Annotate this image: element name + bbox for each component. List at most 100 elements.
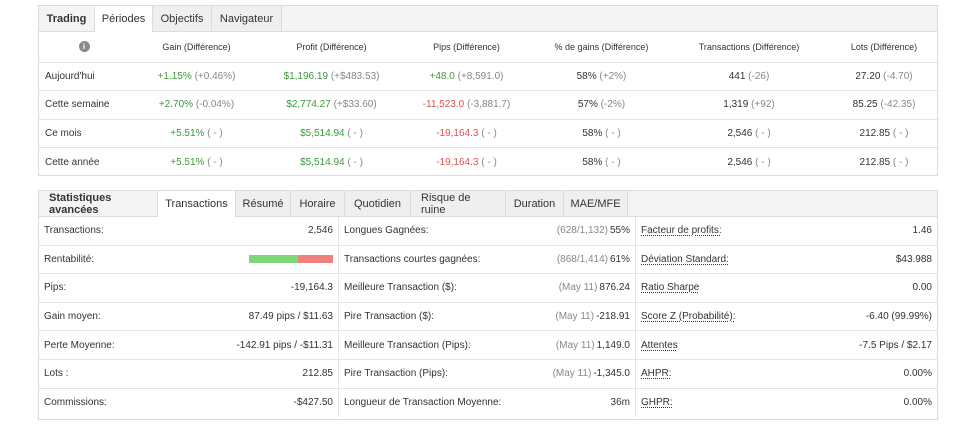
stat-value: -19,164.3 — [290, 282, 333, 294]
cell-win-pct: 58% (+2%) — [534, 62, 669, 91]
tab-mae-mfe[interactable]: MAE/MFE — [564, 191, 628, 216]
stat-row: Pire Transaction ($): (May 11) -218.91 — [339, 303, 635, 332]
stats-panel: Statistiques avancées Transactions Résum… — [38, 190, 938, 420]
tab-resume[interactable]: Résumé — [236, 191, 291, 216]
stat-value: 61% — [609, 253, 630, 265]
gain-value: +2.70% — [158, 99, 194, 111]
stat-value: -218.91 — [596, 311, 630, 323]
profit-difference: (+$33.60) — [333, 99, 377, 111]
tab-statistiques-avancees[interactable]: Statistiques avancées — [39, 191, 158, 216]
stat-label[interactable]: Attentes — [641, 340, 678, 351]
stat-value-group: -6.40 (99.99%) — [866, 311, 932, 322]
cell-pips: +48.0 (+8,591.0) — [399, 62, 534, 91]
tab-periodes[interactable]: Périodes — [95, 6, 153, 33]
stat-value: $43.988 — [895, 253, 932, 265]
tab-navigateur[interactable]: Navigateur — [212, 6, 282, 31]
header-gain: Gain (Différence) — [129, 32, 264, 63]
pips-difference: (-3,881.7) — [466, 99, 511, 111]
stat-row: AHPR: 0.00% — [636, 360, 937, 389]
table-row: Cette semaine +2.70% (-0.04%) $2,774.27 (+… — [39, 90, 939, 120]
profit-value: $2,774.27 — [286, 99, 331, 111]
stat-row: Commissions: -$427.50 — [39, 389, 338, 418]
stats-column-3: Facteur de profits: 1.46 Déviation Standar… — [636, 217, 937, 417]
stat-detail: (May 11) — [555, 311, 595, 323]
stat-value: 876.24 — [599, 282, 630, 294]
tab-objectifs[interactable]: Objectifs — [153, 6, 212, 31]
win-pct-value: 58% — [582, 127, 603, 139]
stat-value: 87.49 pips / $11.63 — [248, 311, 333, 323]
pips-value: -19,164.3 — [436, 127, 479, 139]
cell-transactions: 2,546 ( - ) — [669, 119, 829, 148]
lots-value: 27.20 — [855, 70, 881, 82]
cell-profit: $2,774.27 (+$33.60) — [264, 90, 399, 120]
cell-transactions: 1,319 (+92) — [669, 90, 829, 120]
header-transactions: Transactions (Différence) — [669, 32, 829, 63]
tab-horaire[interactable]: Horaire — [291, 191, 345, 216]
stat-value-group — [249, 255, 333, 264]
win-pct-difference: ( - ) — [605, 156, 621, 168]
tab-risque-de-ruine[interactable]: Risque de ruine — [411, 191, 506, 216]
header-lots: Lots (Différence) — [829, 32, 939, 63]
stat-value-group: 0.00 — [913, 282, 932, 293]
profit-difference: ( - ) — [347, 156, 363, 168]
stat-value-group: (May 11) -1,345.0 — [553, 368, 630, 379]
stat-row: GHPR: 0.00% — [636, 389, 937, 418]
period-label: Ce mois — [39, 119, 129, 148]
stat-label[interactable]: GHPR: — [641, 397, 673, 408]
profitability-loss-segment — [297, 255, 333, 264]
tab-quotidien[interactable]: Quotidien — [345, 191, 411, 216]
gain-difference: (-0.04%) — [195, 99, 235, 111]
stat-value-group: 212.85 — [302, 368, 333, 379]
pips-difference: ( - ) — [481, 156, 497, 168]
pips-difference: ( - ) — [481, 127, 497, 139]
stat-label[interactable]: Ratio Sharpe — [641, 282, 699, 293]
stat-value: -1,345.0 — [593, 368, 630, 380]
stat-label[interactable]: Facteur de profits: — [641, 225, 722, 236]
info-icon[interactable]: i — [78, 41, 90, 53]
table-row: Ce mois +5.51% ( - ) $5,514.94 ( - ) -19,16… — [39, 119, 939, 148]
gain-value: +1.15% — [157, 70, 192, 82]
tab-duration[interactable]: Duration — [506, 191, 564, 216]
cell-transactions: 441 (-26) — [669, 62, 829, 91]
stat-value-group: 1.46 — [913, 225, 932, 236]
stat-row: Pips: -19,164.3 — [39, 274, 338, 303]
tab-transactions[interactable]: Transactions — [158, 191, 236, 218]
stat-label: Pire Transaction (Pips): — [344, 368, 448, 380]
stat-label[interactable]: AHPR: — [641, 368, 672, 379]
transactions-difference: ( - ) — [755, 127, 771, 139]
stats-column-1: Transactions: 2,546 Rentabilité: Pips: -19,1… — [39, 217, 339, 418]
stat-row: Transactions courtes gagnées: (868/1,414)… — [339, 246, 635, 275]
stat-value-group: (May 11) -218.91 — [555, 311, 630, 322]
cell-profit: $5,514.94 ( - ) — [264, 148, 399, 177]
stat-label[interactable]: Score Z (Probabilité): — [641, 311, 735, 322]
stat-value-group: 0.00% — [904, 368, 932, 379]
cell-profit: $1,196.19 (+$483.53) — [264, 62, 399, 91]
stat-value-group: 2,546 — [308, 225, 333, 236]
profit-value: $1,196.19 — [283, 70, 329, 82]
stat-value-group: $43.988 — [896, 254, 932, 265]
win-pct-difference: ( - ) — [605, 127, 621, 139]
stat-value-group: (May 11) 876.24 — [559, 282, 630, 293]
profitability-bar — [249, 255, 333, 264]
stat-value-group: (628/1,132) 55% — [557, 225, 630, 236]
stat-detail: (628/1,132) — [556, 225, 608, 237]
stat-value: 1,149.0 — [596, 339, 630, 351]
stat-row: Meilleure Transaction (Pips): (May 11) 1,1… — [339, 331, 635, 360]
header-profit: Profit (Différence) — [264, 32, 399, 63]
cell-gain: +5.51% ( - ) — [129, 119, 264, 148]
stat-label: Longueur de Transaction Moyenne: — [344, 397, 502, 409]
lots-value: 212.85 — [859, 156, 891, 168]
stat-label[interactable]: Déviation Standard: — [641, 254, 729, 265]
period-label: Aujourd'hui — [39, 62, 129, 91]
stat-label: Lots : — [44, 368, 69, 380]
stat-row: Longueur de Transaction Moyenne: 36m — [339, 389, 635, 418]
tab-trading[interactable]: Trading — [39, 6, 95, 31]
gain-value: +5.51% — [170, 127, 205, 139]
pips-difference: (+8,591.0) — [457, 70, 504, 82]
transactions-difference: (-26) — [748, 70, 770, 82]
stat-value-group: -7.5 Pips / $2.17 — [859, 340, 932, 351]
transactions-value: 2,546 — [727, 156, 753, 168]
stat-label: Transactions: — [44, 225, 104, 237]
stat-label: Commissions: — [44, 397, 107, 409]
cell-lots: 85.25 (-42.35) — [829, 90, 939, 120]
